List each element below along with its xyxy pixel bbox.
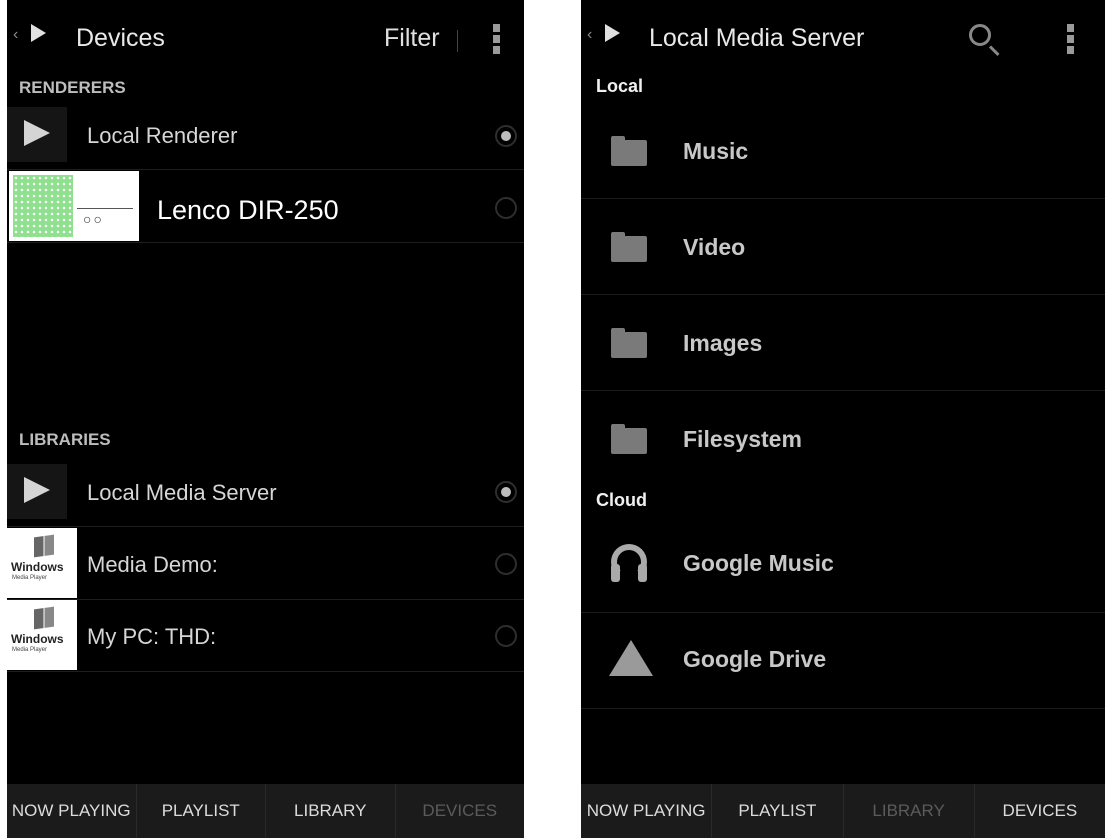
- radio-button-selected[interactable]: [495, 481, 517, 503]
- folder-icon: [611, 328, 647, 358]
- list-item-google-drive[interactable]: Google Drive: [581, 612, 1105, 709]
- overflow-menu-icon[interactable]: [1067, 24, 1075, 58]
- google-drive-icon: [609, 640, 653, 676]
- play-logo-icon[interactable]: [31, 24, 46, 42]
- radio-button[interactable]: [495, 625, 517, 647]
- tab-library[interactable]: LIBRARY: [844, 784, 975, 838]
- windows-media-player-icon: Windows Media Player: [7, 528, 77, 598]
- tab-library[interactable]: LIBRARY: [266, 784, 396, 838]
- search-icon[interactable]: [969, 24, 991, 46]
- radio-button[interactable]: [495, 553, 517, 575]
- section-header-libraries: LIBRARIES: [19, 430, 111, 449]
- bottom-tab-bar: NOW PLAYING PLAYLIST LIBRARY DEVICES: [7, 784, 524, 838]
- lenco-radio-thumbnail: ○○: [9, 171, 139, 241]
- windows-flag-icon: [34, 534, 54, 558]
- bottom-tab-bar: NOW PLAYING PLAYLIST LIBRARY DEVICES: [581, 784, 1105, 838]
- folder-icon: [611, 136, 647, 166]
- action-bar: ‹ Local Media Server: [581, 0, 1105, 72]
- speaker-grille-graphic: [13, 175, 73, 237]
- renderer-item-local[interactable]: Local Renderer: [7, 105, 524, 170]
- library-item-my-pc[interactable]: Windows Media Player My PC: THD:: [7, 600, 524, 672]
- page-title: Local Media Server: [649, 24, 865, 52]
- back-icon[interactable]: ‹: [13, 26, 18, 44]
- media-server-screen: ‹ Local Media Server Local Music Video I…: [581, 0, 1105, 838]
- radio-button[interactable]: [495, 197, 517, 219]
- list-item-images[interactable]: Images: [581, 294, 1105, 391]
- list-item-filesystem[interactable]: Filesystem: [581, 390, 1105, 482]
- renderer-label: Lenco DIR-250: [157, 195, 339, 225]
- section-header-cloud: Cloud: [596, 490, 647, 510]
- list-item-video[interactable]: Video: [581, 198, 1105, 295]
- play-logo-icon[interactable]: [605, 24, 620, 42]
- folder-icon: [611, 232, 647, 262]
- library-item-local-media-server[interactable]: Local Media Server: [7, 458, 524, 527]
- back-icon[interactable]: ‹: [587, 26, 592, 44]
- library-label: Local Media Server: [87, 480, 277, 505]
- item-label: Music: [683, 138, 749, 164]
- library-label: Media Demo:: [87, 552, 218, 577]
- play-icon: [7, 464, 67, 519]
- section-header-local: Local: [596, 76, 644, 96]
- device-knobs-graphic: ○○: [83, 211, 104, 227]
- windows-media-player-icon: Windows Media Player: [7, 600, 77, 670]
- list-item-music[interactable]: Music: [581, 102, 1105, 199]
- item-label: Filesystem: [683, 426, 802, 452]
- item-label: Images: [683, 330, 763, 356]
- item-label: Video: [683, 234, 746, 260]
- list-item-google-music[interactable]: Google Music: [581, 516, 1105, 613]
- page-title: Devices: [76, 24, 165, 52]
- folder-icon: [611, 424, 647, 454]
- tab-now-playing[interactable]: NOW PLAYING: [581, 784, 713, 838]
- divider: [457, 30, 458, 52]
- library-label: My PC: THD:: [87, 624, 217, 649]
- tab-playlist[interactable]: PLAYLIST: [137, 784, 266, 838]
- item-label: Google Drive: [683, 646, 827, 672]
- wmp-logo-subtext: Media Player: [12, 575, 48, 581]
- item-label: Google Music: [683, 550, 834, 576]
- wmp-logo-subtext: Media Player: [12, 647, 48, 653]
- tab-devices[interactable]: DEVICES: [975, 784, 1105, 838]
- play-icon: [7, 107, 67, 162]
- action-bar: ‹ Devices Filter: [7, 0, 524, 72]
- tab-devices[interactable]: DEVICES: [396, 784, 525, 838]
- wmp-logo-text: Windows: [11, 632, 64, 646]
- tab-playlist[interactable]: PLAYLIST: [712, 784, 844, 838]
- radio-button-selected[interactable]: [495, 125, 517, 147]
- wmp-logo-text: Windows: [11, 560, 64, 574]
- renderer-label: Local Renderer: [87, 123, 238, 148]
- section-header-renderers: RENDERERS: [19, 78, 126, 97]
- headphones-icon: [609, 544, 649, 584]
- tab-now-playing[interactable]: NOW PLAYING: [7, 784, 137, 838]
- library-item-media-demo[interactable]: Windows Media Player Media Demo:: [7, 528, 524, 600]
- filter-button[interactable]: Filter: [384, 24, 440, 53]
- devices-screen: ‹ Devices Filter RENDERERS Local Rendere…: [7, 0, 524, 838]
- windows-flag-icon: [34, 606, 54, 630]
- device-edge-line: [77, 208, 133, 209]
- overflow-menu-icon[interactable]: [493, 24, 501, 58]
